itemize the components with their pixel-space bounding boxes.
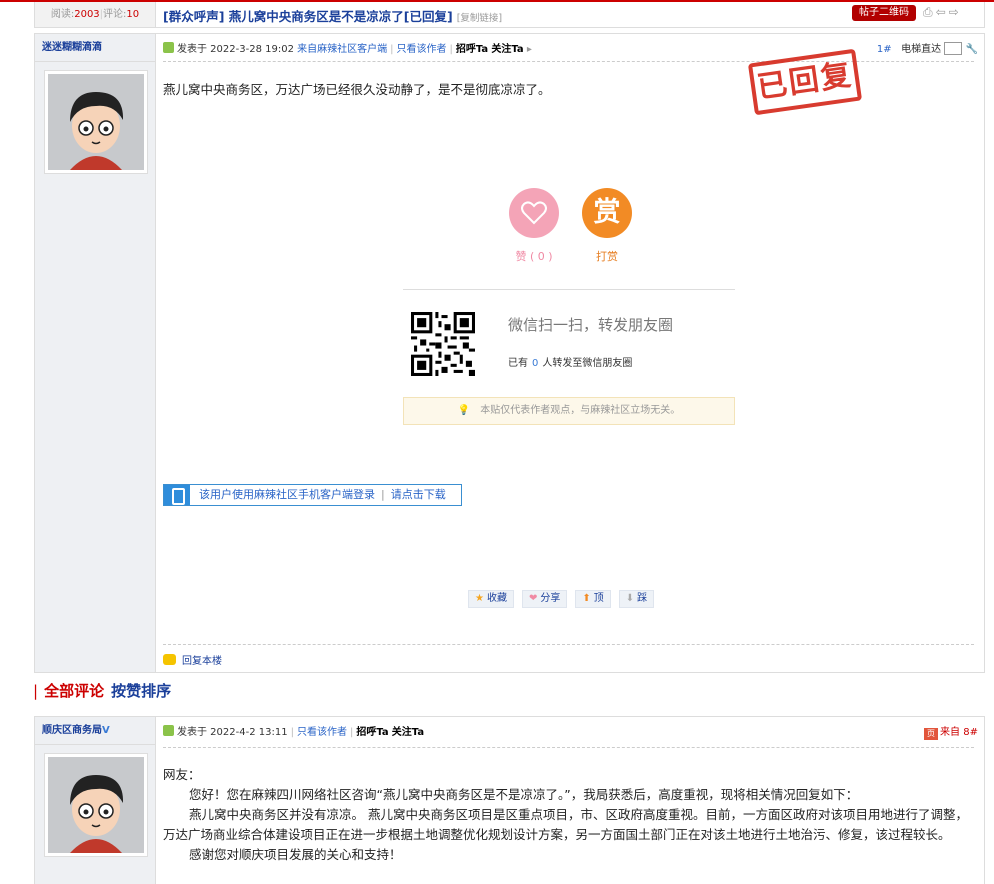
thread-qr-button[interactable]: 帖子二维码: [852, 5, 916, 21]
reply-greet-link[interactable]: 招呼Ta: [356, 727, 388, 738]
downvote-button[interactable]: ⬇ 踩: [618, 590, 655, 608]
online-status-icon: [163, 42, 174, 53]
star-icon: ★: [475, 593, 484, 604]
heart-icon: [521, 201, 547, 225]
wechat-count-suffix: 人转发至微信朋友圈: [542, 358, 633, 369]
comments-label: 评论:: [103, 9, 127, 20]
arrow-up-icon: ⬆: [582, 593, 591, 604]
reply-content: 网友： 您好！您在麻辣四川网络社区咨询“燕儿窝中央商务区是不是凉凉了。”，我局获…: [163, 765, 972, 865]
views-label: 阅读:: [50, 9, 75, 20]
post-body: 发表于 2022-3-28 19:02 来自麻辣社区客户端 | 只看该作者 | 招呼Ta…: [163, 34, 984, 672]
reply-body: 发表于 2022-4-2 13:11 | 只看该作者 | 招呼Ta 关注Ta 页来自 8…: [163, 717, 984, 884]
post-time: 发表于 2022-3-28 19:02: [177, 44, 294, 55]
upvote-label: 顶: [593, 593, 604, 604]
like-label: 赞 ( 0 ): [515, 250, 553, 263]
wechat-share-title: 微信扫一扫，转发朋友圈: [508, 316, 674, 334]
follow-link[interactable]: 关注Ta: [491, 44, 523, 55]
wechat-qr-code: [411, 312, 475, 376]
jump-input[interactable]: [944, 42, 963, 55]
wechat-count-prefix: 已有: [508, 358, 528, 369]
replied-stamp: 已回复: [747, 48, 863, 116]
wechat-count-number: 0: [532, 358, 539, 369]
first-post: 迷迷糊糊滴滴 发表于 2022-3-28 19:02 来自麻辣社区客户端 | 只看该…: [34, 33, 985, 673]
copy-link[interactable]: [复制链接]: [457, 13, 502, 24]
print-icon[interactable]: ⎙: [923, 5, 936, 19]
thread-tools: ⎙⇦⇨: [923, 5, 962, 20]
all-comments-tab[interactable]: 全部评论: [44, 682, 104, 700]
avatar-image: [48, 74, 144, 170]
reply-status-icon: [163, 725, 174, 736]
floor-jump: 1# 电梯直达 🔧: [877, 42, 978, 58]
wechat-share-count: 已有 0 人转发至微信朋友圈: [508, 354, 632, 369]
verified-badge: V: [102, 725, 110, 736]
thread-title: [群众呼声] 燕儿窝中央商务区是不是凉凉了[已回复] [复制链接]: [163, 6, 502, 25]
downvote-label: 踩: [637, 593, 648, 604]
reply-floor-link[interactable]: 回复本楼: [163, 652, 222, 667]
collect-button[interactable]: ★ 收藏: [468, 590, 514, 608]
reply-meta: 发表于 2022-4-2 13:11 | 只看该作者 | 招呼Ta 关注Ta 页来自 8…: [163, 725, 978, 741]
reply-author-name[interactable]: 顺庆区商务局V: [35, 717, 155, 745]
author-sidebar: 迷迷糊糊滴滴: [35, 34, 156, 672]
reply-post: 顺庆区商务局V 发表于 2022-4-2 13:11 | 只看该作者 | 招呼Ta 关注…: [34, 716, 985, 884]
reply-greeting: 网友：: [163, 767, 201, 782]
sort-by-likes-tab[interactable]: 按赞排序: [111, 682, 171, 700]
comments-count: 10: [126, 9, 140, 20]
like-button[interactable]: [509, 188, 559, 238]
jump-label: 电梯直达: [901, 44, 942, 55]
post-actions: ★ 收藏 ❤ 分享 ⬆ 顶 ⬇ 踩: [468, 590, 662, 608]
reply-time: 发表于 2022-4-2 13:11: [177, 727, 288, 738]
post-source-link[interactable]: 来自麻辣社区客户端: [297, 44, 387, 55]
avatar[interactable]: [44, 70, 148, 174]
reply-only-author-link[interactable]: 只看该作者: [297, 727, 347, 738]
app-download-link[interactable]: 请点击下载: [391, 488, 446, 501]
disclaimer-text: 本贴仅代表作者观点，与麻辣社区立场无关。: [480, 405, 681, 416]
upvote-button[interactable]: ⬆ 顶: [575, 590, 611, 608]
thread-header: 阅读:2003|评论:10 [群众呼声] 燕儿窝中央商务区是不是凉凉了[已回复]…: [34, 2, 985, 28]
wrench-icon[interactable]: 🔧: [966, 44, 978, 55]
lightbulb-icon: 💡: [457, 405, 471, 416]
next-thread-icon[interactable]: ⇨: [949, 5, 962, 19]
reply-meta-divider: [163, 747, 974, 748]
phone-icon: [164, 485, 190, 505]
comments-header: | 全部评论 按赞排序: [33, 682, 172, 700]
wechat-share-box: 微信扫一扫，转发朋友圈 已有 0 人转发至微信朋友圈: [403, 289, 735, 376]
reply-author-text: 顺庆区商务局: [42, 725, 102, 736]
collect-label: 收藏: [486, 593, 507, 604]
share-label: 分享: [540, 593, 561, 604]
reply-author-sidebar: 顺庆区商务局V: [35, 717, 156, 884]
post-content: 燕儿窝中央商务区，万达广场已经很久没动静了，是不是彻底凉凉了。: [163, 82, 551, 97]
reply-follow-link[interactable]: 关注Ta: [392, 727, 424, 738]
comment-bubble-icon: [163, 654, 176, 665]
reply-source-label: 来自: [940, 727, 961, 738]
footer-divider: [163, 644, 974, 645]
reply-source: 页来自 8#: [924, 725, 978, 741]
app-login-text: 该用户使用麻辣社区手机客户端登录: [199, 488, 375, 501]
reply-avatar[interactable]: [44, 753, 148, 857]
reply-floor-mark: #: [969, 727, 978, 738]
thread-stats: 阅读:2003|评论:10: [35, 2, 156, 27]
reply-paragraph: 感谢您对顺庆项目发展的关心和支持！: [189, 847, 402, 862]
author-name[interactable]: 迷迷糊糊滴滴: [35, 34, 155, 62]
thread-title-text: [群众呼声] 燕儿窝中央商务区是不是凉凉了[已回复]: [163, 9, 453, 24]
source-tag-icon: 页: [924, 728, 939, 740]
app-separator: |: [381, 488, 385, 501]
views-count: 2003: [74, 9, 100, 20]
disclaimer: 💡 本贴仅代表作者观点，与麻辣社区立场无关。: [403, 397, 735, 425]
reply-avatar-image: [48, 757, 144, 853]
prev-thread-icon[interactable]: ⇦: [936, 5, 949, 19]
arrow-down-icon: ⬇: [625, 593, 635, 604]
reward-label: 打赏: [596, 250, 618, 263]
greet-link[interactable]: 招呼Ta: [456, 44, 488, 55]
reply-floor-label: 回复本楼: [182, 656, 222, 667]
reward-button[interactable]: 赏: [582, 188, 632, 238]
floor-mark: #: [883, 44, 892, 55]
only-author-link[interactable]: 只看该作者: [397, 44, 447, 55]
share-button[interactable]: ❤ 分享: [521, 590, 568, 608]
heart-share-icon: ❤: [528, 593, 538, 604]
app-download-bar[interactable]: 该用户使用麻辣社区手机客户端登录 | 请点击下载: [163, 484, 462, 506]
chevron-right-icon[interactable]: ▸: [527, 44, 532, 55]
reply-paragraph: 您好！您在麻辣四川网络社区咨询“燕儿窝中央商务区是不是凉凉了。”，我局获悉后，高…: [189, 787, 859, 802]
reply-paragraph: 燕儿窝中央商务区并没有凉凉。 燕儿窝中央商务区项目是区重点项目，市、区政府高度重…: [163, 807, 968, 842]
